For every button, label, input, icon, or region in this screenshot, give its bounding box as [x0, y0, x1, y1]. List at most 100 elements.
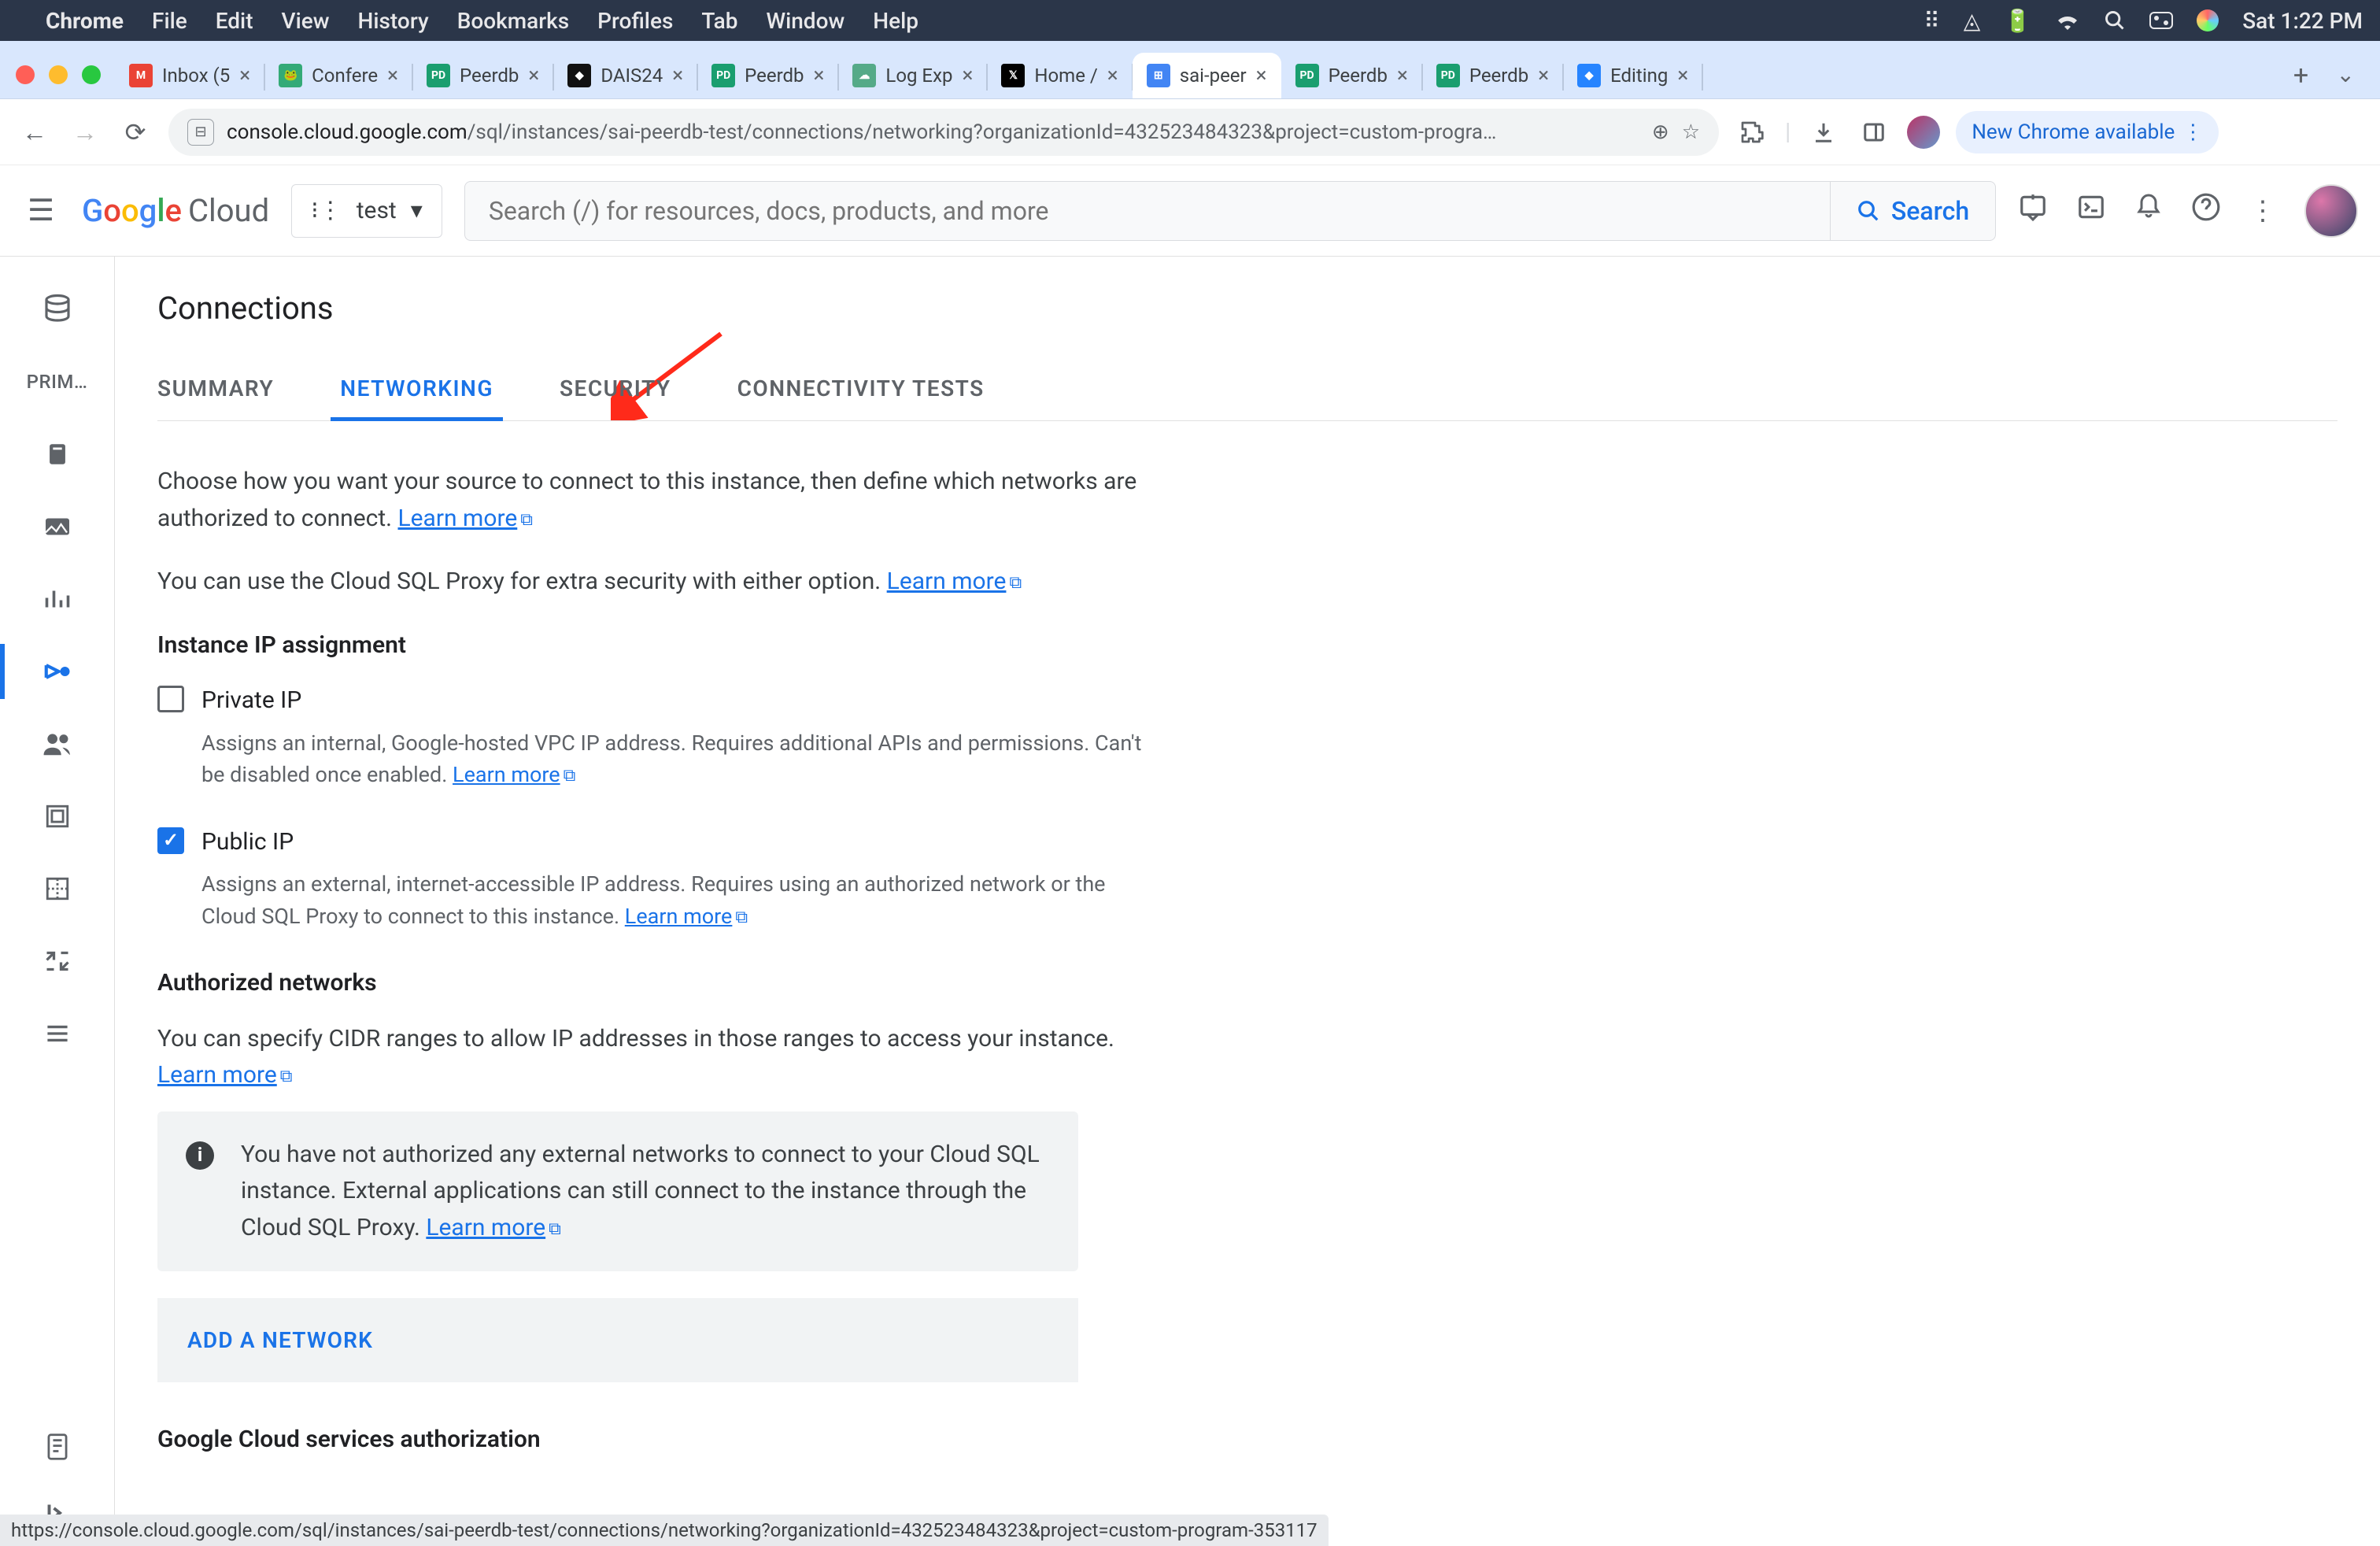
cloud-shell-chat-icon[interactable]: [2018, 192, 2048, 230]
chrome-update-button[interactable]: New Chrome available⋮: [1956, 111, 2219, 153]
cloud-shell-icon[interactable]: [2076, 192, 2106, 230]
learn-more-link[interactable]: Learn more⧉: [397, 505, 533, 532]
tab-summary[interactable]: SUMMARY: [157, 357, 274, 420]
back-button[interactable]: ←: [17, 115, 52, 150]
browser-tab[interactable]: 𝕏Home /×: [987, 53, 1132, 98]
browser-tab[interactable]: MInbox (5×: [115, 53, 264, 98]
address-bar[interactable]: ⊟ console.cloud.google.com/sql/instances…: [168, 109, 1719, 156]
rail-backups-icon[interactable]: [0, 855, 114, 923]
browser-tab[interactable]: PDPeerdb×: [412, 53, 553, 98]
control-center-icon[interactable]: [2149, 12, 2173, 29]
status-icon[interactable]: ◬: [1964, 8, 1981, 34]
intro-text: Choose how you want your source to conne…: [157, 468, 1136, 532]
tab-close-icon[interactable]: ×: [1538, 64, 1549, 87]
site-info-icon[interactable]: ⊟: [187, 119, 214, 146]
tab-favicon: PD: [427, 64, 450, 87]
project-picker[interactable]: ⁝⋮ test ▾: [291, 184, 442, 238]
wifi-icon[interactable]: [2055, 11, 2080, 30]
downloads-icon[interactable]: [1806, 115, 1841, 150]
tab-close-icon[interactable]: ×: [814, 64, 825, 87]
tab-favicon: ◆: [1577, 64, 1601, 87]
learn-more-link[interactable]: Learn more⧉: [887, 568, 1022, 595]
tab-security[interactable]: SECURITY: [560, 357, 671, 420]
learn-more-link[interactable]: Learn more⧉: [157, 1061, 293, 1089]
external-link-icon: ⧉: [1009, 570, 1022, 597]
rail-query-icon[interactable]: [0, 493, 114, 560]
rail-insights-icon[interactable]: [0, 565, 114, 633]
tab-close-icon[interactable]: ×: [239, 64, 250, 87]
browser-tab[interactable]: ◆Editing×: [1563, 53, 1702, 98]
menu-tab[interactable]: Tab: [701, 8, 737, 34]
rail-overview-icon[interactable]: [0, 420, 114, 488]
add-network-button[interactable]: ADD A NETWORK: [157, 1298, 1078, 1382]
notifications-icon[interactable]: [2134, 193, 2163, 229]
menu-clock[interactable]: Sat 1:22 PM: [2242, 8, 2363, 34]
menu-view[interactable]: View: [282, 8, 330, 34]
menu-help[interactable]: Help: [873, 8, 918, 34]
more-icon[interactable]: ⋮: [2249, 195, 2276, 227]
gcp-logo[interactable]: Google Cloud: [82, 192, 269, 229]
learn-more-link[interactable]: Learn more⧉: [625, 904, 748, 929]
search-input[interactable]: [465, 196, 1830, 226]
rail-primary[interactable]: PRIM…: [0, 348, 114, 416]
tab-close-icon[interactable]: ×: [387, 64, 398, 87]
bookmark-icon[interactable]: ☆: [1682, 120, 1700, 144]
extensions-icon[interactable]: [1735, 115, 1769, 150]
tab-close-icon[interactable]: ×: [672, 64, 683, 87]
rail-users-icon[interactable]: [0, 710, 114, 778]
rail-connections-icon[interactable]: [0, 638, 114, 705]
help-icon[interactable]: [2191, 192, 2221, 230]
tab-networking[interactable]: NETWORKING: [340, 357, 493, 420]
menu-window[interactable]: Window: [766, 8, 844, 34]
profile-avatar[interactable]: [1907, 116, 1940, 149]
tab-close-icon[interactable]: ×: [1397, 64, 1408, 87]
forward-button[interactable]: →: [68, 115, 102, 150]
private-ip-checkbox[interactable]: [157, 686, 184, 712]
nav-menu-icon[interactable]: ☰: [22, 192, 60, 230]
search-button[interactable]: Search: [1830, 182, 1995, 240]
battery-icon[interactable]: 🔋: [2004, 8, 2031, 34]
browser-tab[interactable]: ☁Log Exp×: [838, 53, 987, 98]
learn-more-link[interactable]: Learn more⧉: [453, 762, 575, 787]
menu-app[interactable]: Chrome: [46, 8, 124, 34]
reload-button[interactable]: ⟳: [118, 115, 153, 150]
zoom-icon[interactable]: ⊕: [1652, 120, 1669, 144]
menu-edit[interactable]: Edit: [216, 8, 253, 34]
public-ip-checkbox[interactable]: ✓: [157, 827, 184, 854]
browser-tab[interactable]: ⊞ sai-peer ×: [1133, 53, 1281, 98]
browser-tab[interactable]: PDPeerdb×: [697, 53, 838, 98]
siri-icon[interactable]: [2197, 9, 2219, 31]
tab-close-icon[interactable]: ×: [1256, 64, 1267, 87]
tab-close-icon[interactable]: ×: [528, 64, 539, 87]
browser-tab[interactable]: 🐸Confere×: [264, 53, 412, 98]
menu-file[interactable]: File: [152, 8, 187, 34]
maximize-window-icon[interactable]: [82, 65, 101, 84]
tab-close-icon[interactable]: ×: [962, 64, 973, 87]
project-icon: ⁝⋮: [311, 197, 342, 224]
rail-replicas-icon[interactable]: [0, 927, 114, 995]
rail-sql-icon[interactable]: [0, 276, 114, 343]
menu-history[interactable]: History: [358, 8, 429, 34]
account-avatar[interactable]: [2304, 184, 2358, 238]
menu-bookmarks[interactable]: Bookmarks: [457, 8, 569, 34]
tab-close-icon[interactable]: ×: [1107, 64, 1118, 87]
new-tab-button[interactable]: +: [2282, 53, 2321, 98]
spotlight-icon[interactable]: [2104, 9, 2126, 31]
close-window-icon[interactable]: [16, 65, 35, 84]
minimize-window-icon[interactable]: [49, 65, 68, 84]
menu-profiles[interactable]: Profiles: [597, 8, 673, 34]
tabs-dropdown-icon[interactable]: ⌄: [2321, 61, 2371, 98]
browser-tab[interactable]: PDPeerdb×: [1281, 53, 1422, 98]
rail-release-notes-icon[interactable]: [0, 1414, 114, 1480]
rail-databases-icon[interactable]: [0, 782, 114, 850]
learn-more-link[interactable]: Learn more⧉: [426, 1214, 561, 1241]
side-panel-icon[interactable]: [1857, 115, 1891, 150]
rail-operations-icon[interactable]: [0, 1000, 114, 1067]
status-icon[interactable]: ⠿: [1924, 8, 1940, 34]
browser-tab[interactable]: ◆DAIS24×: [553, 53, 697, 98]
tab-connectivity-tests[interactable]: CONNECTIVITY TESTS: [737, 357, 985, 420]
tab-title: sai-peer: [1180, 65, 1247, 87]
browser-tab[interactable]: PDPeerdb×: [1422, 53, 1563, 98]
tab-close-icon[interactable]: ×: [1677, 64, 1688, 87]
tab-favicon: ⊞: [1147, 64, 1170, 87]
